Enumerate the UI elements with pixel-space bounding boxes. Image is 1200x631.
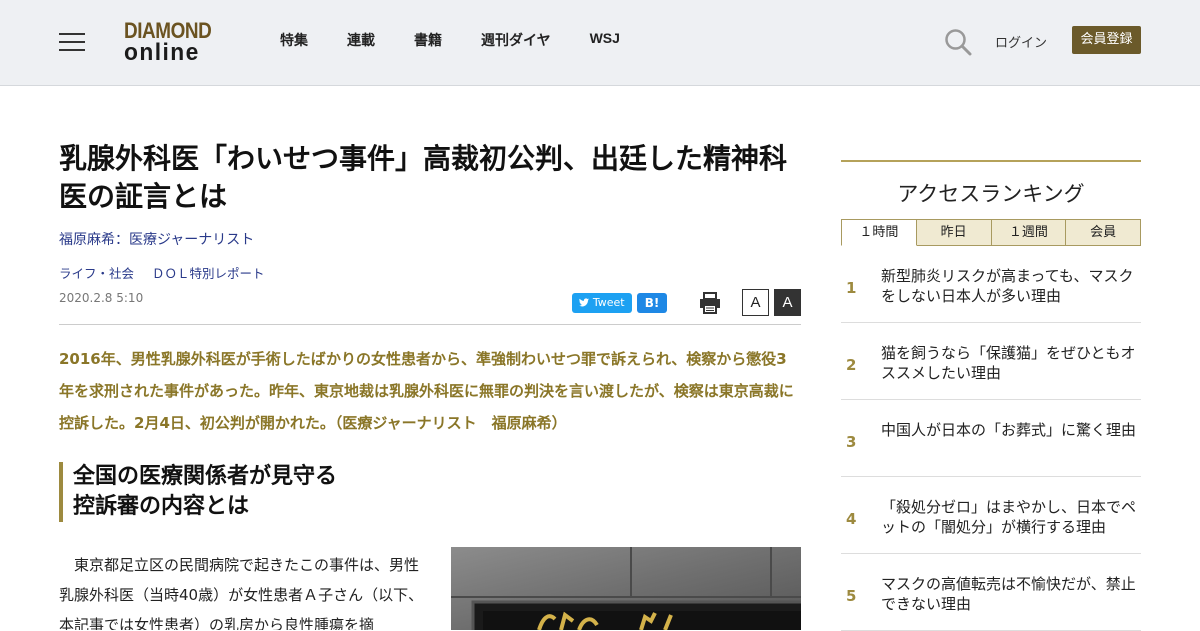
article-categories: ライフ・社会 ＤＯＬ特別レポート	[59, 263, 279, 282]
ranking-link[interactable]: マスクの高値転売は不愉快だが、禁止できない理由	[881, 574, 1141, 614]
article-photo	[451, 547, 801, 630]
site-logo[interactable]: DIAMOND online	[124, 20, 228, 66]
ranking-item[interactable]: 1 新型肺炎リスクが高まっても、マスクをしない日本人が多い理由	[841, 246, 1141, 323]
tab-yesterday[interactable]: 昨日	[916, 219, 992, 246]
ranking-item[interactable]: 5 マスクの高値転売は不愉快だが、禁止できない理由	[841, 554, 1141, 631]
ranking-tabs: １時間 昨日 １週間 会員	[841, 219, 1141, 246]
category-link[interactable]: ＤＯＬ特別レポート	[152, 266, 265, 281]
nav-item-series[interactable]: 連載	[347, 30, 375, 50]
access-ranking: アクセスランキング １時間 昨日 １週間 会員 1 新型肺炎リスクが高まっても、…	[841, 160, 1141, 631]
font-size-small-button[interactable]: A	[742, 289, 769, 316]
ranking-number: 5	[846, 587, 857, 605]
tab-1-week[interactable]: １週間	[991, 219, 1067, 246]
nav-item-wsj[interactable]: WSJ	[590, 30, 620, 50]
article-author: 福原麻希：医療ジャーナリスト	[59, 229, 254, 249]
login-link[interactable]: ログイン	[995, 32, 1047, 51]
nav-item-special[interactable]: 特集	[280, 30, 308, 50]
hatena-bookmark-button[interactable]: B!	[637, 293, 667, 313]
tab-members[interactable]: 会員	[1066, 219, 1141, 246]
category-link[interactable]: ライフ・社会	[59, 266, 134, 281]
menu-icon[interactable]	[59, 31, 85, 53]
article-date: 2020.2.8 5:10	[59, 291, 144, 305]
ranking-item[interactable]: 4 「殺処分ゼロ」はまやかし、日本でペットの「闇処分」が横行する理由	[841, 477, 1141, 554]
logo-bottom-text: online	[124, 39, 200, 66]
ranking-number: 4	[846, 510, 857, 528]
site-header: DIAMOND online 特集 連載 書籍 週刊ダイヤ WSJ ログイン 会…	[0, 0, 1200, 86]
ranking-link[interactable]: 「殺処分ゼロ」はまやかし、日本でペットの「闇処分」が横行する理由	[881, 497, 1141, 537]
nav-item-books[interactable]: 書籍	[414, 30, 442, 50]
subheading-line: 控訴審の内容とは	[73, 494, 250, 519]
search-icon[interactable]	[944, 28, 972, 56]
print-icon[interactable]	[699, 292, 721, 314]
ranking-link[interactable]: 新型肺炎リスクが高まっても、マスクをしない日本人が多い理由	[881, 266, 1141, 306]
ranking-number: 3	[846, 433, 857, 451]
ranking-title: アクセスランキング	[897, 182, 1085, 206]
article-title: 乳腺外科医「わいせつ事件」高裁初公判、出廷した精神科医の証言とは	[59, 142, 788, 213]
ranking-top-border	[841, 160, 1141, 162]
ranking-item[interactable]: 3 中国人が日本の「お葬式」に驚く理由	[841, 400, 1141, 477]
article-subheading: 全国の医療関係者が見守る 控訴審の内容とは	[59, 462, 337, 522]
tweet-button[interactable]: Tweet	[572, 293, 632, 313]
ranking-link[interactable]: 中国人が日本の「お葬式」に驚く理由	[881, 420, 1141, 440]
tweet-label: Tweet	[592, 296, 625, 309]
register-button[interactable]: 会員登録	[1072, 26, 1141, 54]
tab-1-hour[interactable]: １時間	[841, 219, 917, 246]
author-link[interactable]: 福原麻希：医療ジャーナリスト	[59, 232, 254, 248]
ranking-link[interactable]: 猫を飼うなら「保護猫」をぜひともオススメしたい理由	[881, 343, 1141, 383]
article-lead: 2016年、男性乳腺外科医が手術したばかりの女性患者から、準強制わいせつ罪で訴え…	[59, 350, 794, 432]
twitter-bird-icon	[579, 296, 593, 309]
divider	[59, 324, 801, 325]
ranking-item[interactable]: 2 猫を飼うなら「保護猫」をぜひともオススメしたい理由	[841, 323, 1141, 400]
nav-item-weekly-diamond[interactable]: 週刊ダイヤ	[481, 30, 551, 50]
subheading-line: 全国の医療関係者が見守る	[73, 464, 338, 489]
font-size-large-button[interactable]: A	[774, 289, 801, 316]
main-nav: 特集 連載 書籍 週刊ダイヤ WSJ	[280, 30, 659, 50]
ranking-list: 1 新型肺炎リスクが高まっても、マスクをしない日本人が多い理由 2 猫を飼うなら…	[841, 246, 1141, 631]
article-body: 東京都足立区の民間病院で起きたこの事件は、男性乳腺外科医（当時40歳）が女性患者…	[59, 556, 424, 630]
ranking-number: 2	[846, 356, 857, 374]
ranking-number: 1	[846, 279, 857, 297]
